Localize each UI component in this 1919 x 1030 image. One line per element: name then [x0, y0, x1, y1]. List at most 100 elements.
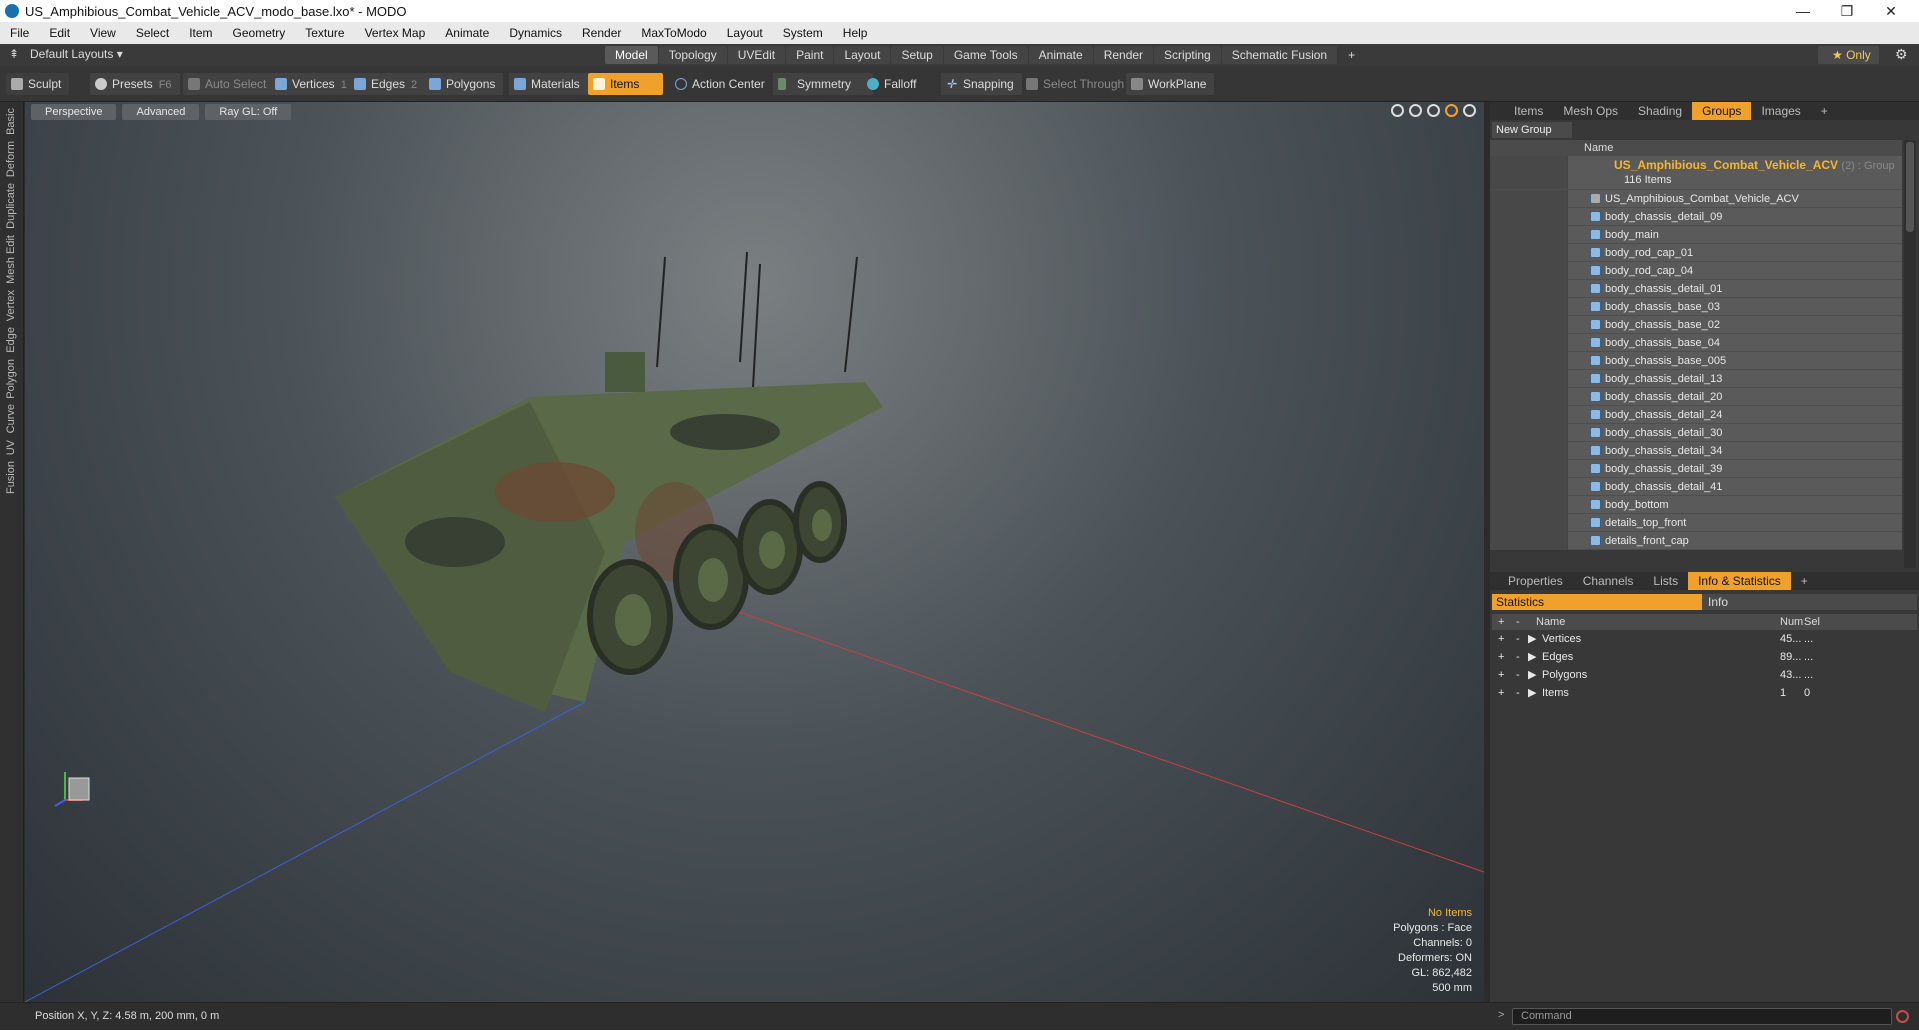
name-column-header[interactable]: Name — [1536, 614, 1565, 630]
minimize-icon[interactable]: — — [1781, 0, 1825, 22]
add-icon[interactable]: + — [1498, 648, 1504, 666]
items-button[interactable]: Items — [588, 73, 663, 95]
menu-item[interactable]: Item — [179, 26, 222, 40]
remove-icon[interactable]: - — [1516, 684, 1520, 702]
menu-system[interactable]: System — [773, 26, 833, 40]
menu-edit[interactable]: Edit — [39, 26, 80, 40]
strip-tab-fusion[interactable]: Fusion — [5, 461, 17, 494]
expand-icon[interactable]: ▶ — [1528, 630, 1536, 648]
layout-selector[interactable]: Default Layouts ▾ — [30, 47, 123, 61]
record-icon[interactable] — [1896, 1010, 1909, 1023]
list-item[interactable]: details_front_cap — [1490, 531, 1902, 550]
new-group-button[interactable]: New Group — [1492, 122, 1572, 138]
eye-icon[interactable] — [1490, 156, 1568, 189]
menu-vertex-map[interactable]: Vertex Map — [355, 26, 436, 40]
command-input[interactable]: Command — [1512, 1008, 1892, 1025]
add-tab-icon[interactable]: + — [1811, 102, 1838, 120]
list-item[interactable]: body_chassis_detail_34 — [1490, 441, 1902, 460]
add-icon[interactable]: + — [1498, 666, 1504, 684]
menu-dynamics[interactable]: Dynamics — [499, 26, 572, 40]
workplane-button[interactable]: WorkPlane — [1126, 73, 1215, 95]
gear-icon[interactable]: ⚙ — [1895, 46, 1908, 63]
tab-uvedit[interactable]: UVEdit — [727, 46, 786, 64]
viewport-settings-icon[interactable] — [1463, 104, 1476, 117]
list-item[interactable]: details_top_front — [1490, 513, 1902, 532]
tab-schematic-fusion[interactable]: Schematic Fusion — [1221, 46, 1338, 64]
list-item[interactable]: body_chassis_detail_39 — [1490, 459, 1902, 478]
list-item[interactable]: body_rod_cap_01 — [1490, 243, 1902, 262]
tab-scripting[interactable]: Scripting — [1154, 46, 1221, 64]
raygl-toggle[interactable]: Ray GL: Off — [205, 104, 292, 120]
fit-icon[interactable] — [1445, 104, 1458, 117]
3d-viewport[interactable]: Perspective Advanced Ray GL: Off No Item… — [25, 102, 1484, 1002]
remove-icon[interactable]: - — [1516, 630, 1520, 648]
list-item[interactable]: body_main — [1490, 225, 1902, 244]
subtab-info[interactable]: Info — [1702, 594, 1917, 610]
list-item[interactable]: body_bottom — [1490, 495, 1902, 514]
zoom-icon[interactable] — [1427, 104, 1440, 117]
add-tab-icon[interactable]: + — [1338, 46, 1365, 64]
list-item[interactable]: body_chassis_base_02 — [1490, 315, 1902, 334]
action-center-button[interactable]: Action Center — [670, 73, 773, 95]
tab-topology[interactable]: Topology — [658, 46, 727, 64]
tab-animate[interactable]: Animate — [1028, 46, 1093, 64]
tab-groups[interactable]: Groups — [1692, 102, 1752, 120]
list-item[interactable]: body_chassis_detail_20 — [1490, 387, 1902, 406]
polygons-button[interactable]: Polygons — [424, 73, 504, 95]
tab-shading[interactable]: Shading — [1628, 102, 1692, 120]
tab-info-statistics[interactable]: Info & Statistics — [1688, 572, 1791, 590]
tab-model[interactable]: Model — [605, 46, 658, 64]
restore-icon[interactable]: ❐ — [1825, 0, 1869, 22]
strip-tab-vertex[interactable]: Vertex — [5, 290, 17, 321]
remove-icon[interactable]: - — [1516, 648, 1520, 666]
tab-layout[interactable]: Layout — [834, 46, 891, 64]
strip-tab-deform[interactable]: Deform — [5, 141, 17, 177]
list-item[interactable]: US_Amphibious_Combat_Vehicle_ACV — [1490, 189, 1902, 208]
tab-lists[interactable]: Lists — [1643, 572, 1688, 590]
layout-toggle-icon[interactable]: ⇞ — [9, 47, 19, 61]
strip-tab-mesh-edit[interactable]: Mesh Edit — [5, 235, 17, 284]
expand-icon[interactable]: ▶ — [1528, 666, 1536, 684]
vehicle-model[interactable] — [335, 251, 883, 712]
rotate-icon[interactable] — [1409, 104, 1422, 117]
tab-channels[interactable]: Channels — [1573, 572, 1644, 590]
tab-mesh-ops[interactable]: Mesh Ops — [1553, 102, 1628, 120]
menu-layout[interactable]: Layout — [717, 26, 773, 40]
only-button[interactable]: ★ Only — [1818, 46, 1879, 64]
menu-render[interactable]: Render — [572, 26, 631, 40]
list-item[interactable]: body_rod_cap_04 — [1490, 261, 1902, 280]
select-through-button[interactable]: Select Through — [1021, 73, 1132, 95]
strip-tab-duplicate[interactable]: Duplicate — [5, 183, 17, 229]
list-item[interactable]: body_chassis_detail_13 — [1490, 369, 1902, 388]
list-item[interactable]: body_chassis_base_04 — [1490, 333, 1902, 352]
strip-tab-uv[interactable]: UV — [5, 440, 17, 455]
add-icon[interactable]: + — [1498, 684, 1504, 702]
tab-render[interactable]: Render — [1093, 46, 1154, 64]
presets-button[interactable]: Presets F6 — [90, 73, 180, 95]
table-row[interactable]: + - ▶ Items 1 0 — [1492, 684, 1917, 702]
menu-texture[interactable]: Texture — [295, 26, 354, 40]
menu-file[interactable]: File — [0, 26, 39, 40]
vertices-button[interactable]: Vertices 1 — [270, 73, 355, 95]
name-column-header[interactable]: Name — [1568, 140, 1613, 156]
tab-items[interactable]: Items — [1504, 102, 1553, 120]
list-item[interactable]: body_chassis_detail_01 — [1490, 279, 1902, 298]
tab-paint[interactable]: Paint — [786, 46, 834, 64]
strip-tab-edge[interactable]: Edge — [5, 327, 17, 353]
menu-animate[interactable]: Animate — [435, 26, 499, 40]
num-column-header[interactable]: Num — [1780, 614, 1803, 630]
remove-icon[interactable]: - — [1516, 666, 1520, 684]
tab-setup[interactable]: Setup — [891, 46, 943, 64]
auto-select-button[interactable]: Auto Select — [183, 73, 275, 95]
table-row[interactable]: + - ▶ Edges 89... ... — [1492, 648, 1917, 666]
expand-all-icon[interactable]: + — [1498, 614, 1504, 630]
symmetry-button[interactable]: Symmetry — [773, 73, 873, 95]
table-row[interactable]: + - ▶ Vertices 45... ... — [1492, 630, 1917, 648]
list-item[interactable]: body_chassis_detail_41 — [1490, 477, 1902, 496]
tab-images[interactable]: Images — [1751, 102, 1810, 120]
edges-button[interactable]: Edges 2 — [349, 73, 426, 95]
shading-mode-advanced[interactable]: Advanced — [122, 104, 200, 120]
list-item[interactable]: body_chassis_base_03 — [1490, 297, 1902, 316]
add-tab-icon[interactable]: + — [1791, 572, 1818, 590]
menu-view[interactable]: View — [80, 26, 126, 40]
